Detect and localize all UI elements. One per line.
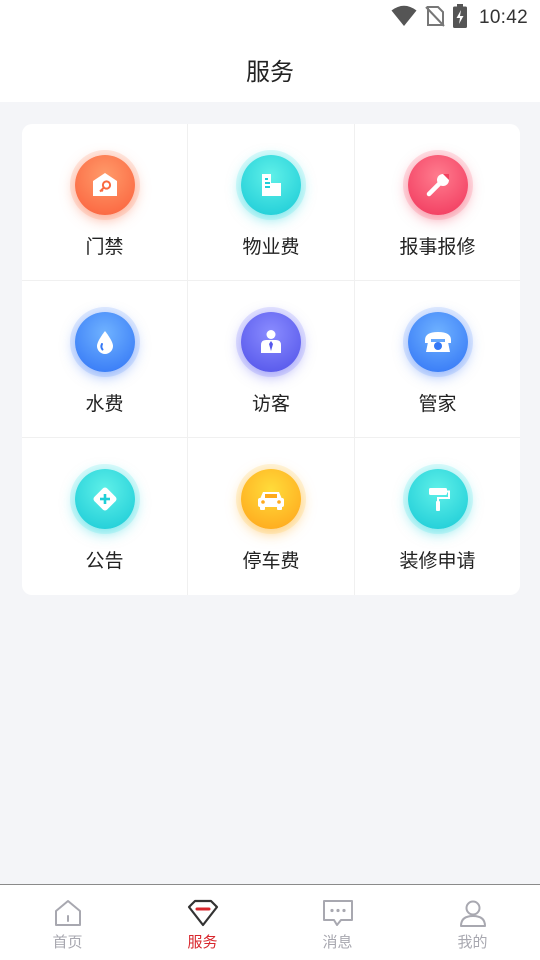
service-label: 装修申请 — [399, 550, 476, 572]
tab-label: 我的 — [457, 933, 488, 951]
service-label: 门禁 — [85, 236, 124, 258]
service-icon — [187, 897, 219, 929]
service-access-control[interactable]: 门禁 — [22, 124, 188, 281]
service-label: 公告 — [85, 550, 124, 572]
tab-profile[interactable]: 我的 — [405, 885, 540, 960]
tab-label: 消息 — [322, 933, 353, 951]
tab-label: 服务 — [187, 933, 218, 951]
tab-messages[interactable]: 消息 — [270, 885, 405, 960]
message-icon — [322, 897, 354, 929]
building-icon — [241, 155, 301, 215]
visitor-icon — [241, 312, 301, 372]
paint-roller-icon — [407, 469, 468, 529]
service-label: 停车费 — [242, 550, 300, 572]
status-icons: 10:42 — [391, 4, 528, 32]
service-label: 管家 — [418, 393, 457, 415]
header: 服务 — [0, 36, 540, 102]
service-announcement[interactable]: 公告 — [22, 438, 188, 595]
announcement-icon — [74, 469, 135, 529]
wrench-icon — [407, 155, 468, 215]
service-grid: 门禁 物业费 报事报修 水费 访客 管家 公告 停车费 装修申请 — [22, 124, 520, 595]
house-key-icon — [74, 155, 135, 215]
wifi-icon — [391, 5, 417, 31]
service-label: 物业费 — [242, 236, 300, 258]
telephone-icon — [407, 312, 468, 372]
service-property-fee[interactable]: 物业费 — [188, 124, 355, 281]
service-label: 报事报修 — [399, 236, 476, 258]
battery-charging-icon — [452, 4, 467, 32]
service-water-fee[interactable]: 水费 — [22, 281, 188, 438]
tab-home[interactable]: 首页 — [0, 885, 135, 960]
car-icon — [241, 469, 301, 529]
service-label: 访客 — [251, 393, 290, 415]
status-time: 10:42 — [478, 7, 528, 28]
status-bar: 10:42 — [0, 0, 540, 36]
service-parking-fee[interactable]: 停车费 — [188, 438, 355, 595]
bottom-tab-bar: 首页 服务 消息 我的 — [0, 884, 540, 960]
tab-label: 首页 — [52, 933, 83, 951]
service-visitor[interactable]: 访客 — [188, 281, 355, 438]
service-renovation-request[interactable]: 装修申请 — [355, 438, 520, 595]
profile-icon — [457, 897, 489, 929]
service-butler[interactable]: 管家 — [355, 281, 520, 438]
service-repair-report[interactable]: 报事报修 — [355, 124, 520, 281]
page-title: 服务 — [246, 57, 294, 86]
tab-service[interactable]: 服务 — [135, 885, 270, 960]
home-icon — [52, 897, 84, 929]
no-sim-icon — [425, 5, 445, 31]
water-drop-icon — [74, 312, 135, 372]
service-label: 水费 — [85, 393, 124, 415]
